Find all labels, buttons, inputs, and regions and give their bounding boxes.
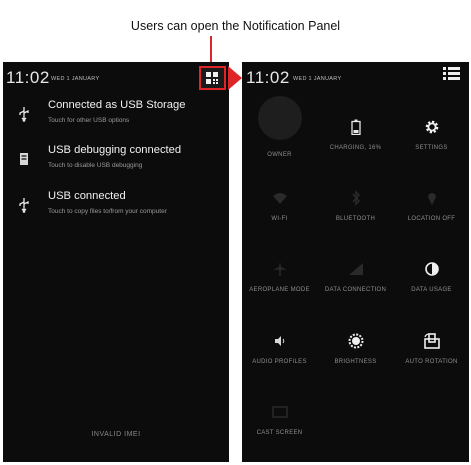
tile-location[interactable]: LOCATION OFF	[394, 174, 469, 244]
tile-label: OWNER	[267, 152, 292, 158]
tile-auto-rotation[interactable]: AUTO ROTATION	[394, 317, 469, 387]
tile-label: AEROPLANE MODE	[249, 287, 310, 293]
tile-label: DATA CONNECTION	[324, 287, 387, 293]
tile-label: LOCATION OFF	[407, 216, 456, 222]
battery-icon	[318, 117, 393, 137]
status-date: WED 1 JANUARY	[51, 76, 100, 82]
airplane-icon	[242, 259, 317, 279]
tile-data-connection[interactable]: DATA CONNECTION	[318, 245, 393, 315]
notification-title: Connected as USB Storage	[48, 99, 186, 111]
notification-usb-connected[interactable]: USB connected Touch to copy files to/fro…	[3, 186, 229, 226]
notification-title: USB debugging connected	[48, 144, 182, 156]
tile-wifi[interactable]: WI-FI	[242, 174, 317, 244]
tile-label: SETTINGS	[415, 145, 448, 151]
status-date: WED 1 JANUARY	[293, 76, 342, 82]
tile-cast-screen[interactable]: CAST SCREEN	[242, 388, 317, 458]
rotate-icon	[394, 331, 469, 351]
tile-battery[interactable]: CHARGING, 16%	[318, 103, 393, 173]
tile-data-usage[interactable]: DATA USAGE	[394, 245, 469, 315]
tile-brightness[interactable]: BRIGHTNESS	[318, 317, 393, 387]
tile-label: CAST SCREEN	[256, 430, 303, 436]
cast-icon	[242, 402, 317, 422]
speaker-icon	[242, 331, 317, 351]
arrow-right-icon	[228, 66, 242, 90]
usb-icon	[18, 197, 30, 213]
tile-owner[interactable]: OWNER	[242, 103, 317, 173]
wifi-icon	[242, 188, 317, 208]
usb-icon	[18, 106, 30, 122]
notification-usb-debugging[interactable]: USB debugging connected Touch to disable…	[3, 140, 229, 180]
notification-usb-storage[interactable]: Connected as USB Storage Touch for other…	[3, 95, 229, 135]
quick-settings-screen: 11:02 WED 1 JANUARY OWNER CHARGING, 16% …	[242, 62, 469, 462]
quick-settings-icon	[206, 72, 218, 84]
brightness-icon	[318, 331, 393, 351]
list-view-icon[interactable]	[443, 67, 460, 81]
tile-label: AUDIO PROFILES	[252, 359, 307, 365]
notification-title: USB connected	[48, 190, 126, 202]
status-time: 11:02	[6, 68, 50, 87]
tile-label: CHARGING, 16%	[329, 145, 382, 151]
tile-settings[interactable]: SETTINGS	[394, 103, 469, 173]
tile-aeroplane-mode[interactable]: AEROPLANE MODE	[242, 245, 317, 315]
tile-label: BLUETOOTH	[335, 216, 376, 222]
gear-icon	[394, 117, 469, 137]
tile-label: BRIGHTNESS	[334, 359, 377, 365]
status-time: 11:02	[246, 68, 290, 87]
location-icon	[394, 188, 469, 208]
data-icon	[318, 259, 393, 279]
tile-label: DATA USAGE	[411, 287, 452, 293]
tile-label: AUTO ROTATION	[405, 359, 458, 365]
caption: Users can open the Notification Panel	[130, 19, 341, 33]
carrier-status: INVALID IMEI	[91, 431, 141, 438]
tile-audio-profiles[interactable]: AUDIO PROFILES	[242, 317, 317, 387]
bluetooth-icon	[318, 188, 393, 208]
notification-subtitle: Touch for other USB options	[48, 117, 130, 124]
notification-subtitle: Touch to disable USB debugging	[48, 162, 143, 169]
tile-label: WI-FI	[271, 216, 288, 222]
quick-settings-toggle-button[interactable]	[199, 66, 226, 90]
notification-shade-screen: 11:02 WED 1 JANUARY Connected as USB Sto…	[3, 62, 229, 462]
pointer-line	[210, 36, 212, 63]
tile-bluetooth[interactable]: BLUETOOTH	[318, 174, 393, 244]
brightness-contrast-icon	[394, 259, 469, 279]
notification-subtitle: Touch to copy files to/from your compute…	[48, 208, 167, 215]
sd-card-icon	[18, 151, 30, 167]
